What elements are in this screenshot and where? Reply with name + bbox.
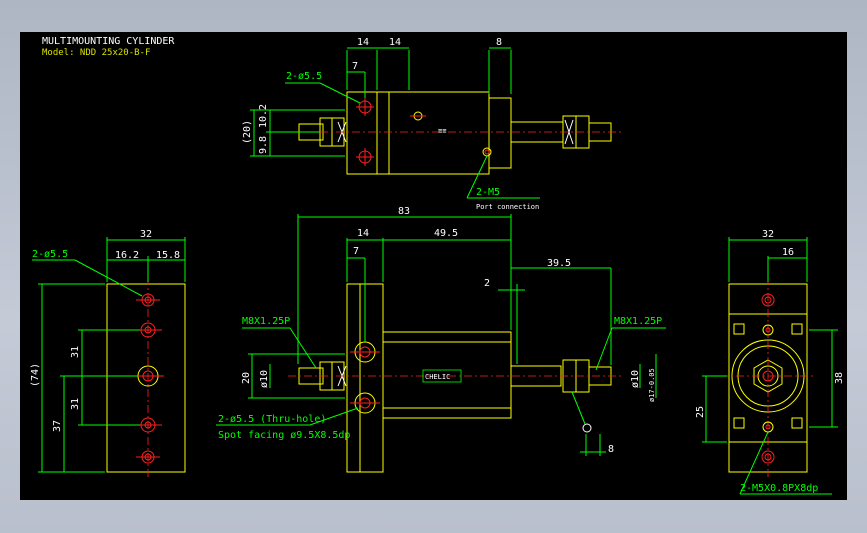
top-brand-mark: ≡≡	[438, 127, 446, 135]
end-view: 32 16 38 25 2-M5X0.8PX8dp	[695, 229, 845, 495]
top-dim-9-8: 9.8	[258, 136, 269, 154]
side-view: 32 16.2 15.8 2-ø5.5 (74) 31 31 37	[30, 229, 186, 477]
front-dim-20: 20	[241, 372, 252, 384]
cad-drawing: MULTIMOUNTING CYLINDER Model: NDD 25x20-…	[30, 36, 845, 495]
top-port-note: Port connection	[476, 203, 539, 211]
front-brand-label: CHELIC	[425, 373, 450, 381]
side-body	[106, 283, 186, 473]
front-dim-83: 83	[398, 206, 410, 217]
top-holes-label: 2-ø5.5	[286, 71, 322, 82]
side-dim-74: (74)	[30, 363, 41, 387]
front-dim-phi10a: ø10	[259, 370, 270, 388]
end-dim-32: 32	[762, 229, 774, 240]
top-dim-14b: 14	[389, 37, 401, 48]
side-dim-32: 32	[140, 229, 152, 240]
front-thread-left: M8X1.25P	[242, 316, 290, 327]
side-holes-label: 2-ø5.5	[32, 249, 68, 260]
front-dim-8: 8	[608, 444, 614, 455]
front-view: CHELIC 83 14 49.5 7 39.5 2 M8X1.25P M8X1…	[216, 206, 666, 473]
side-dim-15-8: 15.8	[156, 250, 180, 261]
side-dim-37: 37	[52, 420, 63, 432]
front-dim-2: 2	[484, 278, 490, 289]
cad-drawing-canvas[interactable]: MULTIMOUNTING CYLINDER Model: NDD 25x20-…	[20, 32, 847, 500]
front-dim-39-5: 39.5	[547, 258, 571, 269]
top-dim-8: 8	[496, 37, 502, 48]
side-dim-16-2: 16.2	[115, 250, 139, 261]
end-thread-label: 2-M5X0.8PX8dp	[740, 483, 818, 494]
front-dim-phi10b: ø10	[630, 370, 641, 388]
side-dim-31b: 31	[70, 398, 81, 410]
front-dim-7: 7	[353, 246, 359, 257]
front-holes-label: 2-ø5.5 (Thru-hole)	[218, 414, 326, 425]
end-dim-16: 16	[782, 247, 794, 258]
front-dim-phi17: ø17-0.05	[648, 368, 656, 402]
top-port-label: 2-M5	[476, 187, 500, 198]
front-dim-49-5: 49.5	[434, 228, 458, 239]
top-dim-10-2: 10.2	[258, 104, 269, 128]
front-thread-right: M8X1.25P	[614, 316, 662, 327]
side-dim-31a: 31	[70, 346, 81, 358]
top-dim-7: 7	[352, 61, 358, 72]
end-dim-38: 38	[834, 372, 845, 384]
top-view: ≡≡ 14 14 8 7 2-ø5.5 (20) 10.2 9.8 2-M5 P…	[242, 37, 622, 211]
end-dim-25: 25	[695, 406, 706, 418]
drawing-model: Model: NDD 25x20-B-F	[42, 48, 150, 58]
drawing-title: MULTIMOUNTING CYLINDER	[42, 36, 175, 47]
top-dim-20: (20)	[242, 120, 253, 144]
front-spot-facing: Spot facing ø9.5X8.5dp	[218, 430, 350, 441]
top-dim-14a: 14	[357, 37, 369, 48]
front-dim-14: 14	[357, 228, 369, 239]
